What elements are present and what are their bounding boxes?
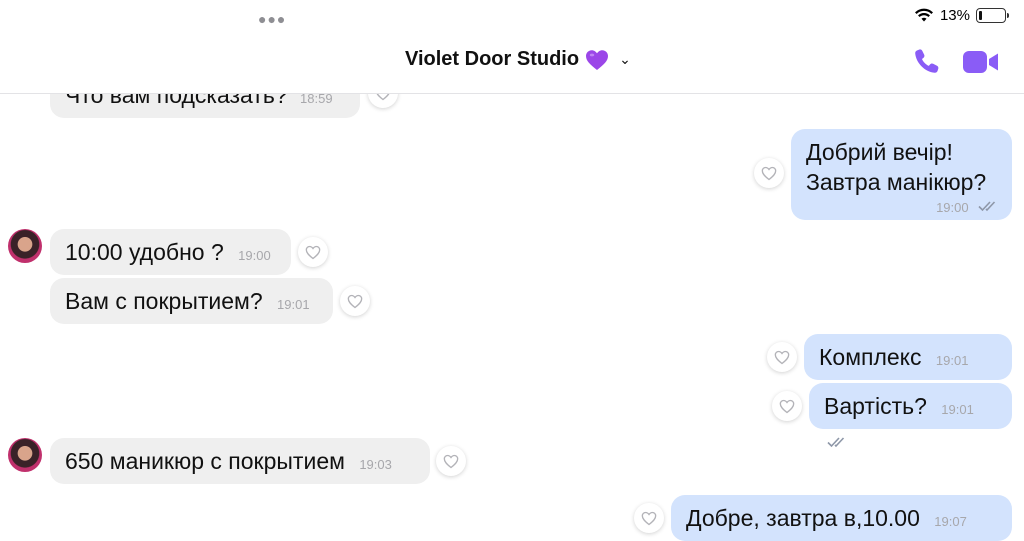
heart-outline-icon: [347, 294, 363, 308]
message-text: Вам с покрытием?: [65, 288, 263, 314]
like-heart-button[interactable]: [767, 342, 797, 372]
heart-outline-icon: [443, 454, 459, 468]
battery-icon: [976, 7, 1009, 23]
like-heart-button[interactable]: [634, 503, 664, 533]
contact-avatar[interactable]: [8, 438, 42, 472]
like-heart-button[interactable]: [754, 158, 784, 188]
heart-outline-icon: [376, 94, 390, 100]
like-heart-button[interactable]: [298, 237, 328, 267]
contact-avatar[interactable]: [8, 229, 42, 263]
message-bubble-incoming[interactable]: 650 маникюр с покрытием 19:03: [50, 438, 430, 484]
message-time: 19:07: [934, 514, 967, 529]
double-check-icon: [827, 437, 845, 448]
heart-outline-icon: [305, 245, 321, 259]
chat-title-text: Violet Door Studio: [405, 48, 580, 70]
message-text: Комплекс: [819, 344, 922, 370]
message-bubble-incoming[interactable]: 10:00 удобно ? 19:00: [50, 229, 291, 275]
message-time: 19:00: [238, 248, 271, 263]
video-call-icon[interactable]: [962, 49, 1000, 75]
wifi-icon: [914, 8, 933, 21]
message-bubble-incoming[interactable]: Вам с покрытием? 19:01: [50, 278, 333, 324]
message-text: Добре, завтра в,10.00: [686, 505, 920, 531]
message-bubble-outgoing[interactable]: Вартість? 19:01: [809, 383, 1012, 448]
double-check-icon: [978, 201, 996, 212]
message-time: 19:00: [936, 200, 969, 215]
heart-outline-icon: [774, 350, 790, 364]
like-heart-button[interactable]: [340, 286, 370, 316]
like-heart-button[interactable]: [772, 391, 802, 421]
message-text: 650 маникюр с покрытием: [65, 448, 345, 474]
status-bar: 13%: [914, 6, 1009, 24]
message-list[interactable]: Что вам подсказать? 18:59 Добрий вечір! …: [0, 94, 1024, 541]
message-bubble-outgoing[interactable]: Добре, завтра в,10.00 19:07: [671, 495, 1012, 541]
message-bubble-incoming[interactable]: Что вам подсказать? 18:59: [50, 94, 360, 118]
battery-percent: 13%: [939, 6, 970, 24]
message-time: 19:01: [935, 353, 969, 368]
heart-outline-icon: [641, 511, 657, 525]
chat-header: Violet Door Studio ⌄: [0, 30, 1024, 94]
like-heart-button[interactable]: [368, 94, 398, 108]
message-text: 10:00 удобно ?: [65, 239, 224, 265]
heart-outline-icon: [761, 166, 777, 180]
chat-title[interactable]: Violet Door Studio ⌄: [405, 48, 631, 71]
like-heart-button[interactable]: [436, 446, 466, 476]
message-text-line: Добрий вечір!: [806, 139, 953, 165]
phone-call-icon[interactable]: [912, 46, 942, 76]
purple-heart-icon: [586, 49, 609, 70]
chevron-down-icon: ⌄: [619, 51, 631, 67]
message-text: Вартість?: [824, 393, 927, 419]
message-bubble-outgoing[interactable]: Комплекс 19:01: [804, 334, 1012, 399]
message-time: 18:59: [300, 94, 333, 106]
message-time: 19:01: [941, 402, 974, 417]
message-time: 19:01: [277, 297, 310, 312]
message-time: 19:03: [359, 457, 392, 472]
message-text: Что вам подсказать?: [65, 94, 288, 108]
multitasking-dots-icon[interactable]: ●●●: [258, 11, 286, 27]
message-bubble-outgoing[interactable]: Добрий вечір! Завтра манікюр? 19:00: [791, 129, 1012, 220]
heart-outline-icon: [779, 399, 795, 413]
